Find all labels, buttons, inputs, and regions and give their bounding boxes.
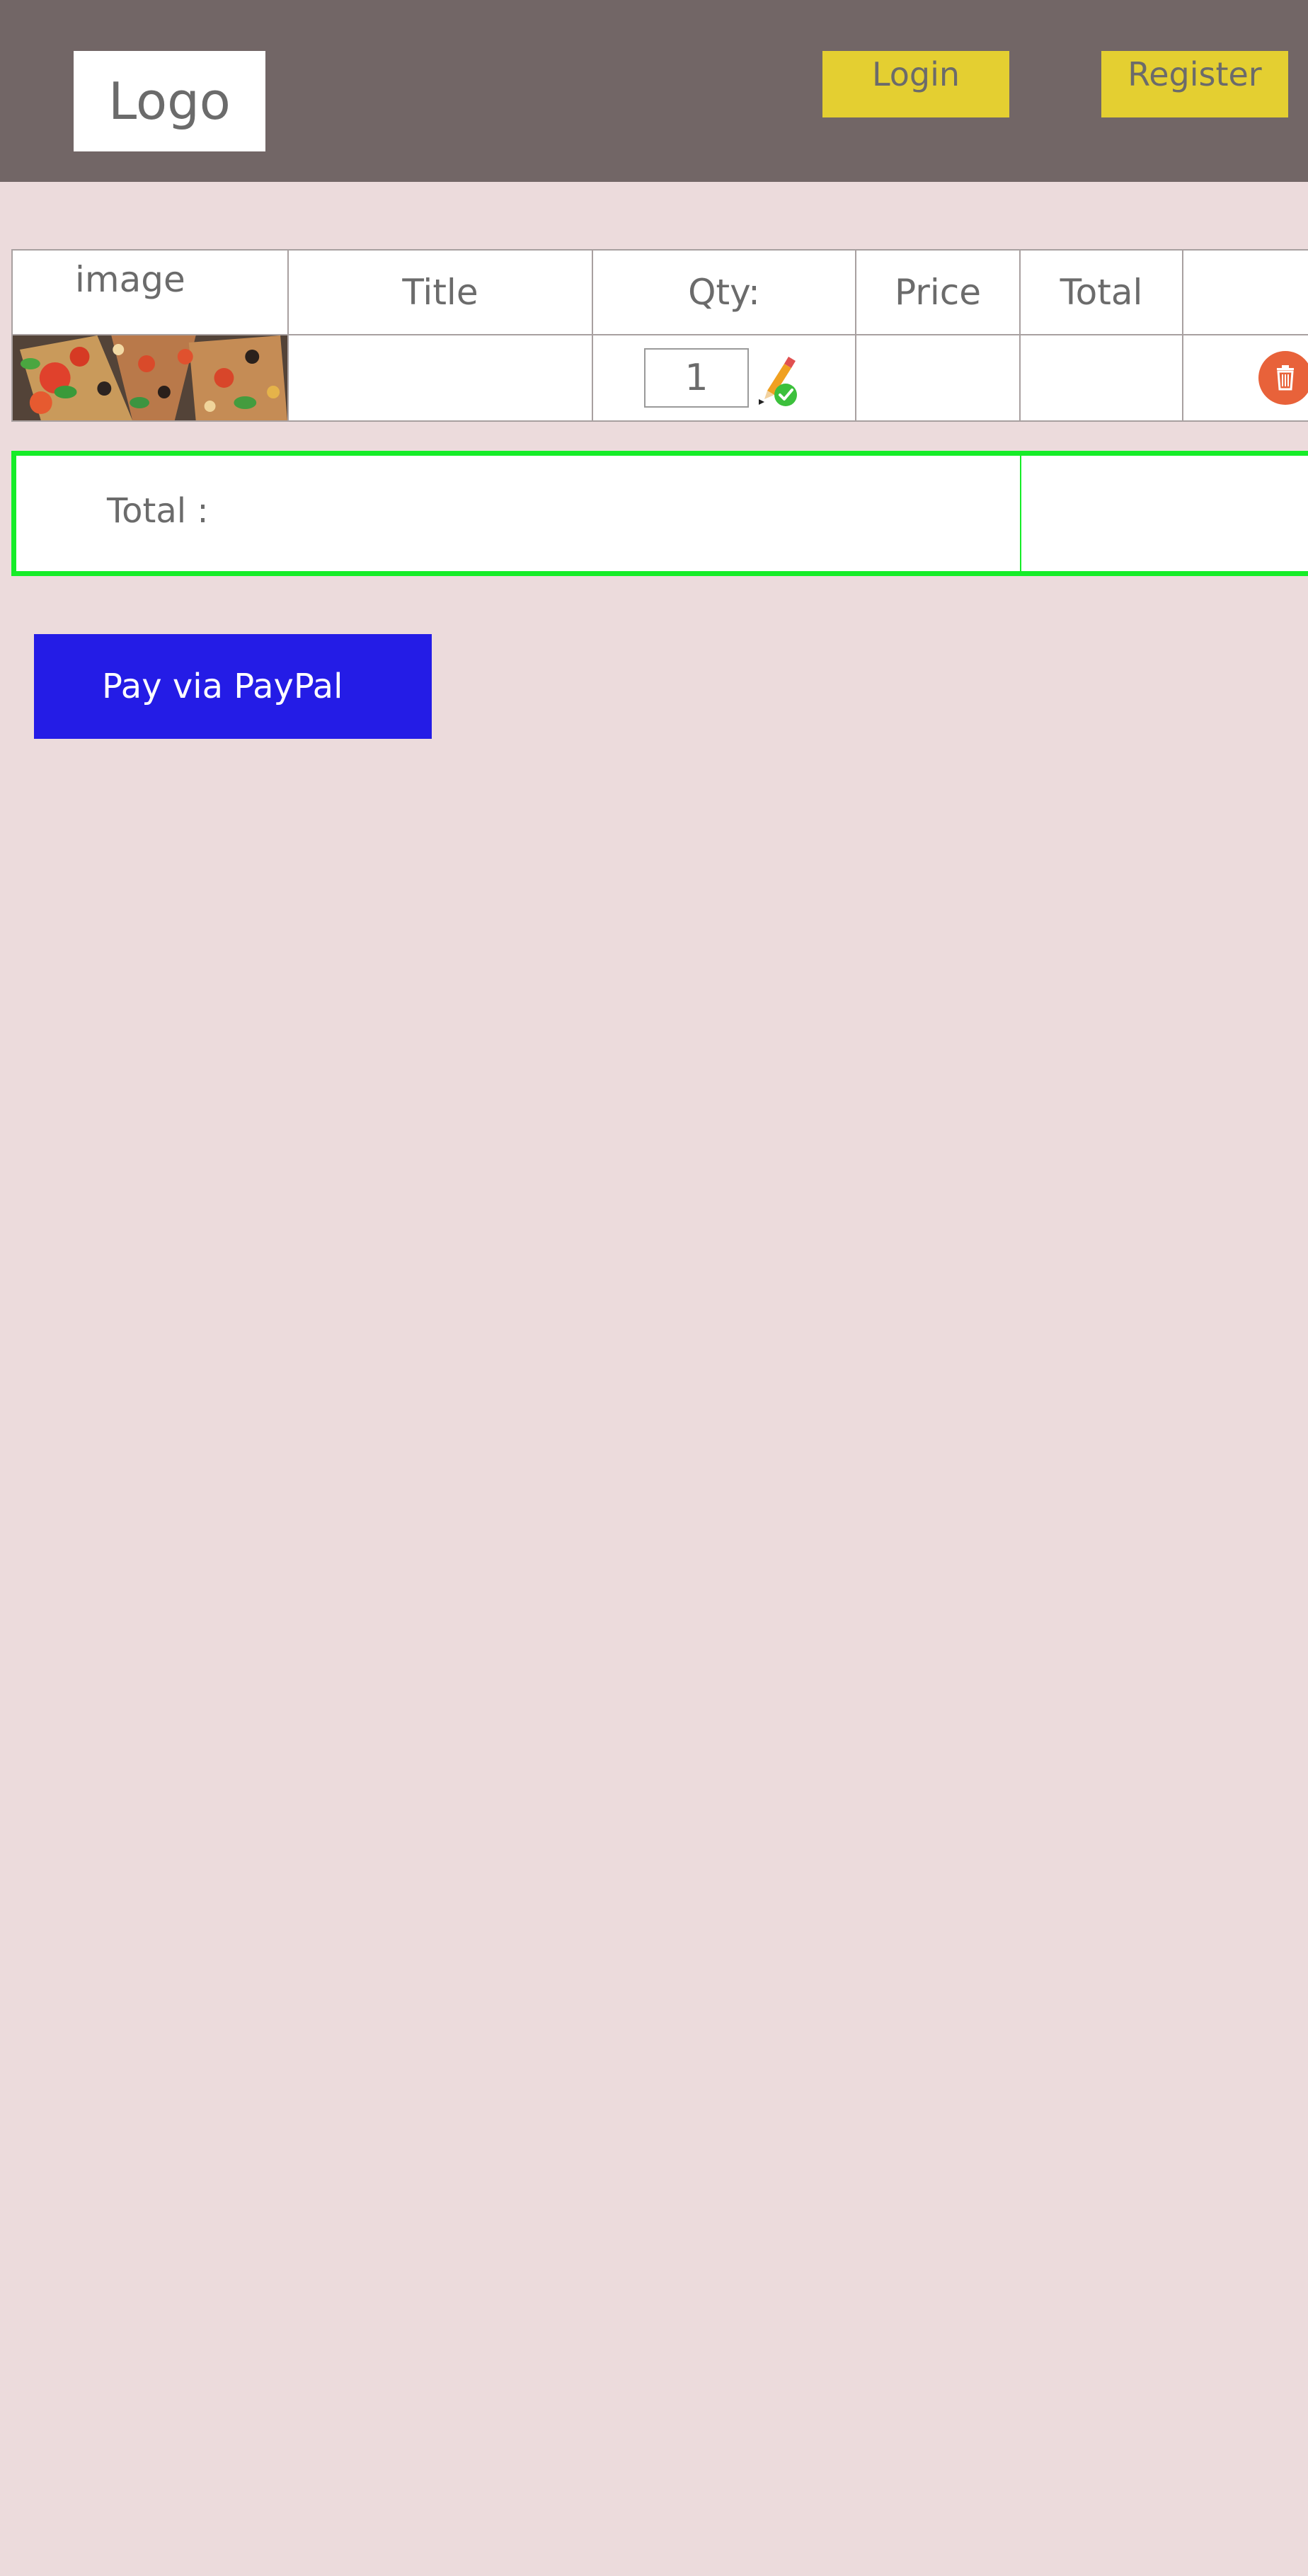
quantity-cell [592, 334, 856, 422]
cart-total-box: Total : [11, 451, 1308, 576]
product-title-cell [287, 334, 593, 422]
pizza-image [13, 336, 287, 420]
column-header-price: Price [855, 249, 1021, 335]
pencil-check-icon[interactable] [755, 350, 803, 409]
column-header-image: image [11, 249, 289, 335]
logo[interactable]: Logo [74, 51, 265, 151]
login-button[interactable]: Login [822, 51, 1009, 117]
remove-cell [1182, 334, 1308, 422]
quantity-input[interactable] [644, 348, 749, 408]
price-cell [855, 334, 1021, 422]
column-header-total: Total [1019, 249, 1183, 335]
column-header-title: Title [287, 249, 593, 335]
total-label: Total : [107, 491, 209, 531]
table-row [11, 334, 1308, 422]
product-image-cell [11, 334, 289, 422]
cart-table: image Title Qty: Price Total [11, 249, 1308, 422]
column-header-actions [1182, 249, 1308, 335]
register-button[interactable]: Register [1101, 51, 1288, 117]
column-header-qty: Qty: [592, 249, 856, 335]
site-header: Logo Login Register [0, 0, 1308, 182]
cart-header-row: image Title Qty: Price Total [11, 249, 1308, 335]
trash-icon[interactable] [1257, 350, 1308, 406]
line-total-cell [1019, 334, 1183, 422]
total-divider [1020, 456, 1021, 571]
pay-via-paypal-button[interactable]: Pay via PayPal [34, 634, 432, 739]
